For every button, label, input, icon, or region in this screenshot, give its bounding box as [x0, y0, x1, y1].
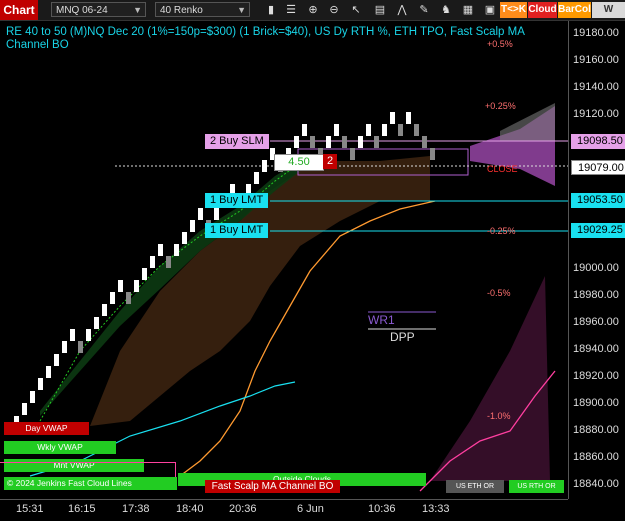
buy-slm-order-tag[interactable]: 2 Buy SLM [205, 134, 269, 149]
buy-lmt-price-tag: 19053.50 [571, 193, 625, 208]
price-tick: 18920.00 [573, 370, 619, 382]
instrument-value: MNQ 06-24 [56, 5, 108, 16]
wr1-label: WR1 [368, 313, 395, 327]
price-tick: 18860.00 [573, 451, 619, 463]
chevron-down-icon: ▼ [133, 5, 142, 15]
price-tick: 19000.00 [573, 262, 619, 274]
pct-label: -0.25% [487, 226, 516, 236]
time-tick: 17:38 [122, 503, 150, 515]
copyright-bar: © 2024 Jenkins Fast Cloud Lines [4, 477, 177, 490]
vwap-toggle-button[interactable]: W VWA [592, 2, 625, 31]
mnt-vwap-line [0, 462, 176, 463]
chart-trader-icon[interactable]: ▦ [460, 2, 476, 18]
pct-label: +0.25% [485, 101, 516, 111]
day-vwap-bar: Day VWAP [4, 422, 89, 435]
time-tick: 10:36 [368, 503, 396, 515]
cloud-toggle-button[interactable]: Cloud [528, 2, 557, 18]
bar-type-selector[interactable]: 40 Renko ▼ [155, 2, 250, 17]
us-eth-or-bar: US ETH OR [446, 480, 504, 493]
price-tick: 18940.00 [573, 343, 619, 355]
chart-title: RE 40 to 50 (M)NQ Dec 20 (1%=150p=$300) … [6, 26, 525, 51]
time-tick: 20:36 [229, 503, 257, 515]
bar-chart-icon[interactable]: ▮ [263, 2, 279, 18]
zoom-in-icon[interactable]: ⊕ [305, 2, 321, 18]
drawing-tools-icon[interactable]: ✎ [416, 2, 432, 18]
price-tick: 19120.00 [573, 108, 619, 120]
time-tick: 15:31 [16, 503, 44, 515]
fast-scalp-bar: Fast Scalp MA Channel BO [205, 480, 340, 493]
pct-label: -0.5% [487, 288, 511, 298]
close-label: CLOSE [487, 164, 518, 174]
current-price-tag: 19079.00 [571, 160, 625, 175]
price-tick: 18840.00 [573, 478, 619, 490]
buy-lmt-order-tag[interactable]: 1 Buy LMT [205, 193, 269, 208]
price-tick: 19140.00 [573, 81, 619, 93]
position-qty[interactable]: 2 [323, 154, 337, 169]
position-pnl: 4.50 [274, 154, 324, 171]
bar-type-value: 40 Renko [160, 5, 203, 16]
price-tick: 19180.00 [573, 27, 619, 39]
pct-label: +0.5% [487, 39, 513, 49]
price-tick: 18880.00 [573, 424, 619, 436]
chart-panel[interactable]: RE 40 to 50 (M)NQ Dec 20 (1%=150p=$300) … [0, 21, 568, 499]
chart-toolbar: Chart MNQ 06-24 ▼ 40 Renko ▼ ▮ ☰ ⊕ ⊖ ↖ ▤… [0, 0, 625, 31]
price-axis[interactable]: 19180.00 19160.00 19140.00 19120.00 1909… [568, 21, 625, 499]
us-rth-or-bar: US RTH OR [509, 480, 564, 493]
time-tick: 6 Jun [297, 503, 324, 515]
indicators-icon[interactable]: ⋀ [394, 2, 410, 18]
properties-icon[interactable]: ▤ [372, 2, 388, 18]
time-tick: 18:40 [176, 503, 204, 515]
pct-label: -1.0% [487, 411, 511, 421]
time-tick: 13:33 [422, 503, 450, 515]
buy-lmt-price-tag: 19029.25 [571, 223, 625, 238]
chevron-down-icon: ▼ [237, 5, 246, 15]
snapshot-icon[interactable]: ▣ [482, 2, 498, 18]
magenta-cloud [430, 276, 550, 481]
buy-lmt-order-tag[interactable]: 1 Buy LMT [205, 223, 269, 238]
wkly-vwap-bar: Wkly VWAP [4, 441, 116, 454]
buy-slm-price-tag: 19098.50 [571, 134, 625, 149]
strategies-icon[interactable]: ♞ [438, 2, 454, 18]
zoom-out-icon[interactable]: ⊖ [326, 2, 342, 18]
cursor-icon[interactable]: ↖ [348, 2, 364, 18]
data-series-icon[interactable]: ☰ [283, 2, 299, 18]
price-tick: 18980.00 [573, 289, 619, 301]
tk-toggle-button[interactable]: T<>K [500, 2, 527, 18]
price-tick: 18900.00 [573, 397, 619, 409]
price-tick: 18960.00 [573, 316, 619, 328]
price-tick: 19160.00 [573, 54, 619, 66]
barcol-toggle-button[interactable]: BarCol [558, 2, 591, 18]
time-tick: 16:15 [68, 503, 96, 515]
app-menu-button[interactable]: Chart [0, 0, 38, 20]
mnt-vwap-bar: Mnt VWAP [4, 459, 144, 472]
dpp-label: DPP [390, 330, 415, 344]
instrument-selector[interactable]: MNQ 06-24 ▼ [51, 2, 146, 17]
